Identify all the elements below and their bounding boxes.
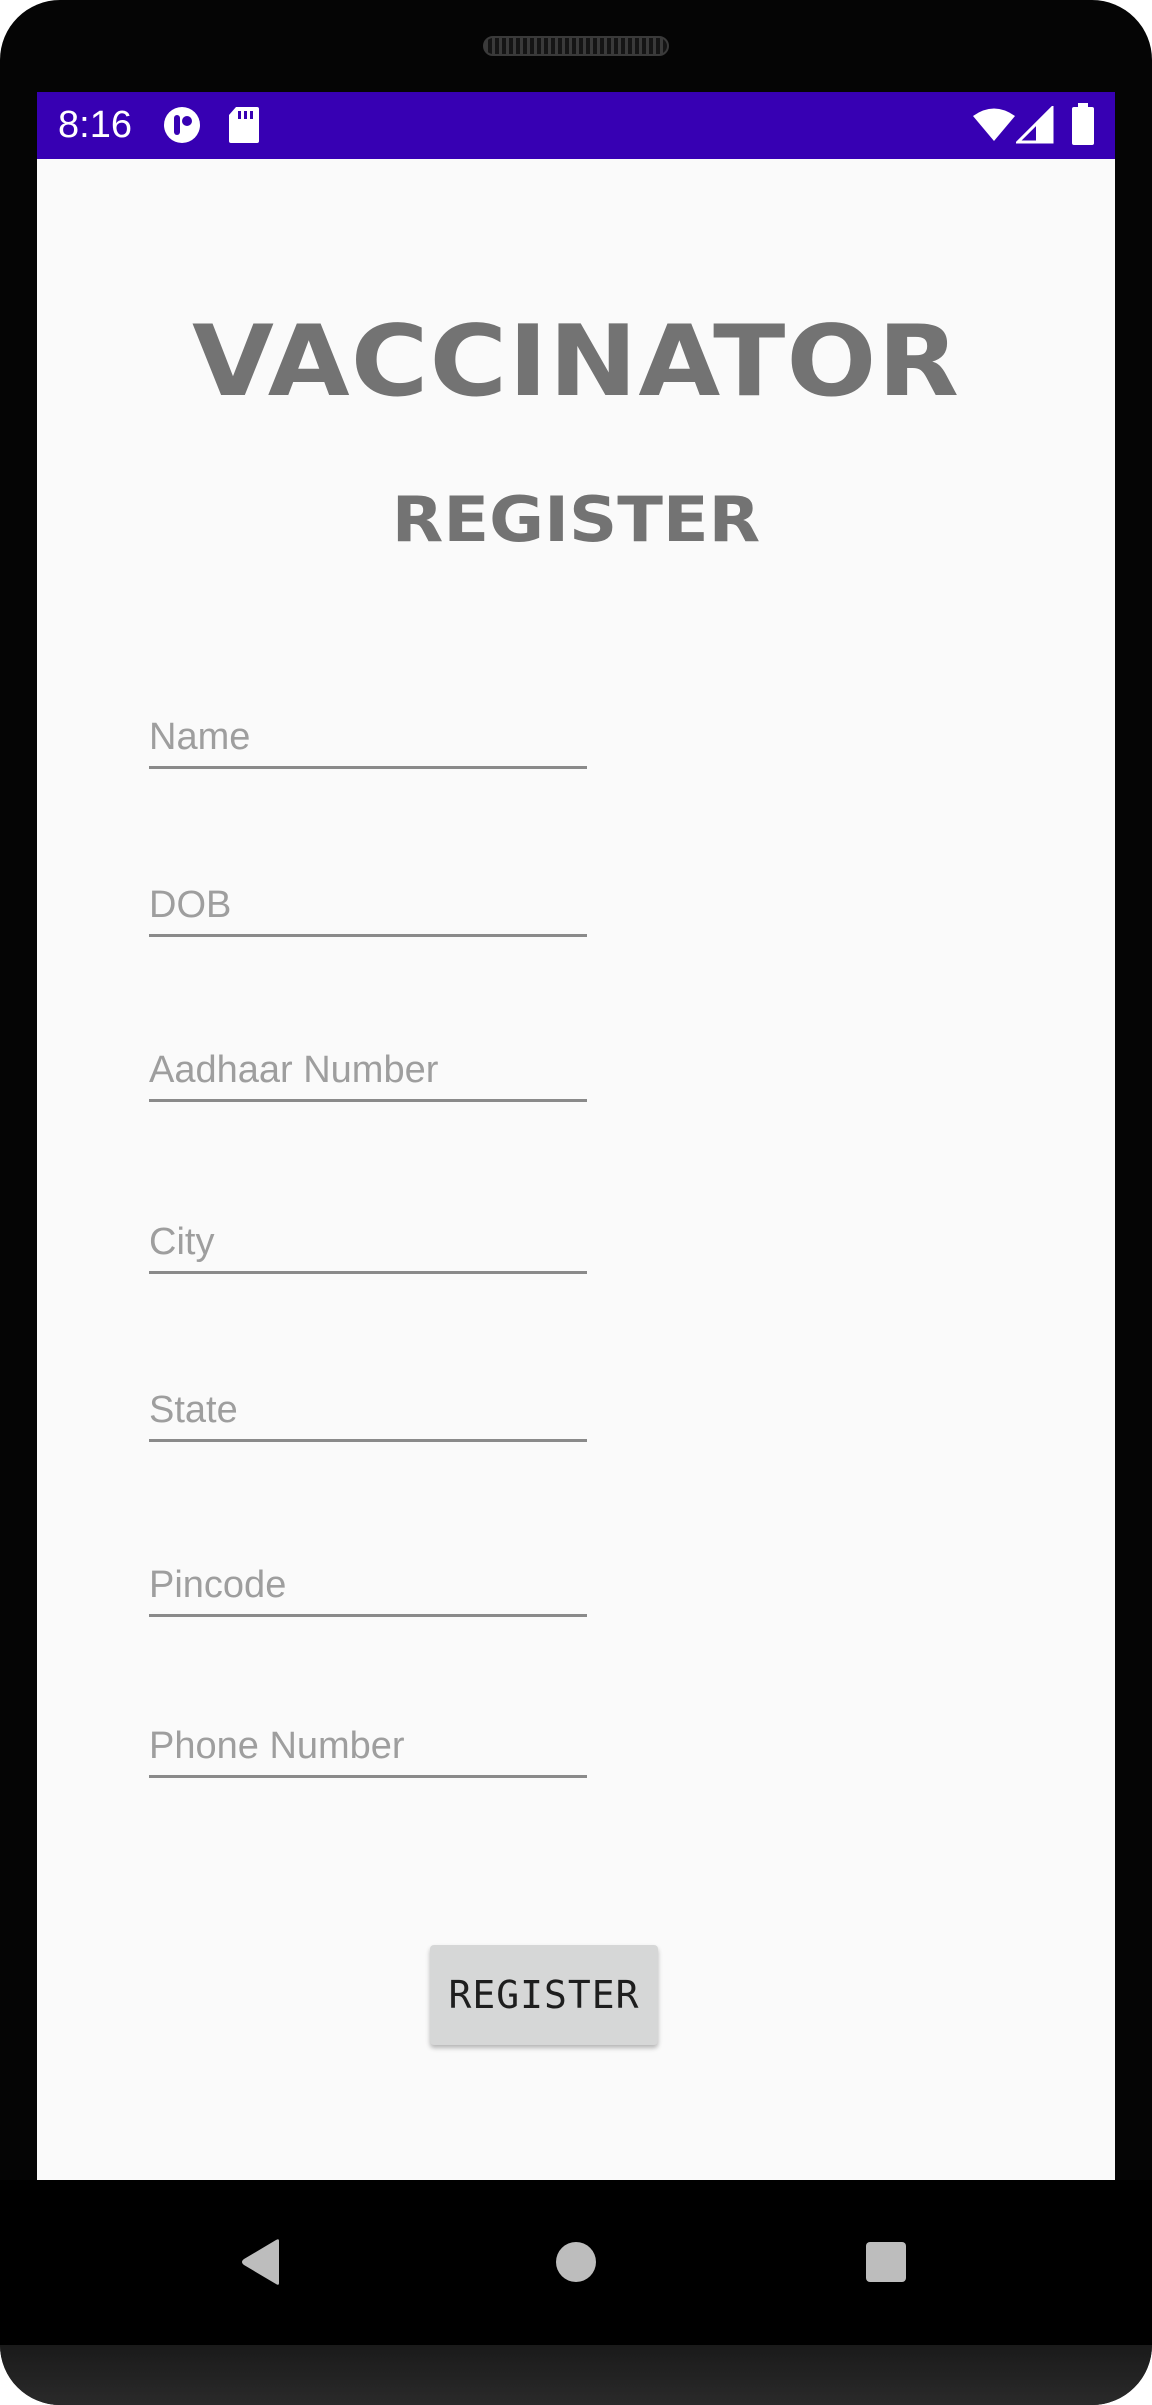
- back-icon: [242, 2239, 279, 2285]
- home-icon: [556, 2242, 596, 2282]
- pincode-field[interactable]: [149, 1547, 587, 1617]
- earpiece-speaker: [483, 36, 669, 56]
- page-subtitle: REGISTER: [391, 483, 761, 556]
- state-field[interactable]: [149, 1372, 587, 1442]
- dob-input[interactable]: [149, 882, 587, 928]
- pincode-input[interactable]: [149, 1562, 587, 1608]
- recents-button[interactable]: [846, 2222, 926, 2302]
- status-time: 8:16: [58, 104, 132, 146]
- sd-card-icon: [228, 106, 260, 149]
- device-frame: 8:16 VACCINATOR REGISTER Name DOB Aadhaa…: [0, 0, 1152, 2405]
- state-input[interactable]: [149, 1387, 587, 1433]
- app-screen: 8:16 VACCINATOR REGISTER Name DOB Aadhaa…: [37, 92, 1115, 2180]
- register-button[interactable]: REGISTER: [430, 1945, 658, 2045]
- city-field[interactable]: [149, 1204, 587, 1274]
- aadhaar-number-input[interactable]: [149, 1047, 587, 1093]
- dob-field[interactable]: [149, 867, 587, 937]
- app-notification-icon: [163, 106, 201, 149]
- wifi-icon: [972, 108, 1016, 147]
- city-input[interactable]: [149, 1219, 587, 1265]
- back-button[interactable]: [221, 2222, 301, 2302]
- home-button[interactable]: [536, 2222, 616, 2302]
- phone-number-input[interactable]: [149, 1723, 587, 1769]
- name-input[interactable]: [149, 714, 587, 760]
- app-title: VACCINATOR: [191, 305, 961, 419]
- cell-signal-icon: [1014, 104, 1054, 149]
- battery-icon: [1071, 103, 1095, 150]
- device-bottom-bezel: [0, 2345, 1152, 2405]
- name-field[interactable]: [149, 699, 587, 769]
- phone-number-field[interactable]: [149, 1708, 587, 1778]
- navigation-bar: [0, 2180, 1152, 2345]
- status-bar: 8:16: [37, 92, 1115, 159]
- recents-icon: [866, 2242, 906, 2282]
- aadhaar-number-field[interactable]: [149, 1032, 587, 1102]
